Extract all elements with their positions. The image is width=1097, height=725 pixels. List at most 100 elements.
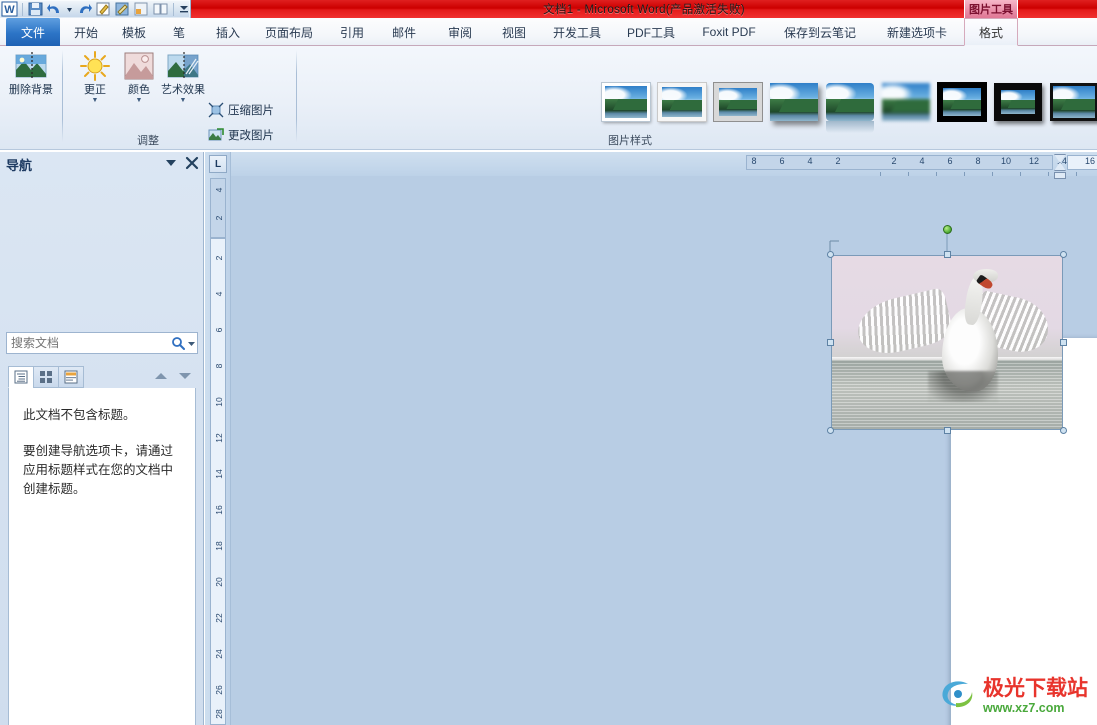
compress-pictures-label: 压缩图片	[228, 104, 274, 117]
book-view-icon[interactable]	[152, 1, 169, 17]
resize-handle-bottom-left[interactable]	[827, 427, 834, 434]
vruler-tick: 12	[214, 433, 224, 443]
customize-qat-icon[interactable]	[178, 1, 190, 17]
resize-handle-top-center[interactable]	[943, 251, 951, 258]
remove-background-button[interactable]: 删除背景	[2, 50, 60, 96]
color-label: 颜色	[128, 84, 150, 96]
picture-style-item-selected[interactable]	[938, 83, 986, 121]
tab-foxit-pdf[interactable]: Foxit PDF	[694, 18, 764, 46]
compress-pictures-button[interactable]: 压缩图片	[206, 98, 274, 121]
corrections-caret-icon[interactable]: ▼	[92, 97, 99, 104]
search-dropdown-icon[interactable]	[187, 339, 197, 348]
resize-handle-top-right[interactable]	[1060, 251, 1067, 258]
color-caret-icon[interactable]: ▼	[136, 97, 143, 104]
picture-style-item[interactable]	[770, 83, 818, 121]
tab-stop-selector[interactable]: L	[209, 155, 227, 173]
tab-view[interactable]: 视图	[492, 18, 536, 46]
tab-review[interactable]: 审阅	[438, 18, 482, 46]
remove-background-icon	[15, 50, 47, 82]
resize-handle-middle-left[interactable]	[827, 339, 834, 346]
vruler-tick: 20	[214, 577, 224, 587]
tab-save-to-cloud[interactable]: 保存到云笔记	[772, 18, 868, 46]
vertical-ruler-body: 2 4 6 8 10 12 14 16 18 20 22 24 26 28	[210, 238, 226, 725]
resize-handle-top-left[interactable]	[827, 251, 834, 258]
title-bar: W 文档1 - Microsoft Word(产品激活失败) 图片工具	[0, 0, 1097, 18]
anchor-icon	[829, 239, 841, 251]
hruler-tick: 10	[1000, 156, 1012, 166]
redo-icon[interactable]	[76, 1, 93, 17]
chevron-down-icon[interactable]	[164, 156, 178, 170]
vertical-ruler[interactable]: L 4 2 2 4 6 8 10 12 14 16 18 20 22 24 26…	[205, 152, 231, 725]
swan-reflection	[928, 370, 999, 402]
vruler-tick: 4	[214, 291, 224, 297]
tab-new-tab[interactable]: 新建选项卡	[878, 18, 956, 46]
navigation-pane: 导航 搜索文档 此文档不包含标题。 要创建导航选项卡，请通过应用标题样式在您的文…	[0, 152, 204, 725]
picture-style-item[interactable]	[826, 83, 874, 133]
left-indent-marker[interactable]	[1054, 172, 1066, 179]
vruler-tick: 28	[214, 709, 224, 719]
tab-file[interactable]: 文件	[6, 18, 60, 46]
artistic-effects-button[interactable]: 艺术效果 ▼	[154, 50, 212, 104]
quick-access-toolbar[interactable]: W	[0, 0, 191, 18]
search-icon[interactable]	[170, 336, 187, 350]
qat-separator	[22, 2, 23, 16]
corrections-sun-icon	[79, 50, 111, 82]
tab-insert[interactable]: 插入	[206, 18, 250, 46]
picture-style-item[interactable]	[882, 83, 930, 121]
picture-style-item[interactable]	[1050, 83, 1097, 121]
search-input[interactable]	[7, 333, 170, 353]
resize-handle-bottom-right[interactable]	[1060, 427, 1067, 434]
picture-style-item[interactable]	[602, 83, 650, 121]
color-picture-icon	[123, 50, 155, 82]
layout-icon[interactable]	[133, 1, 150, 17]
swan-picture-container[interactable]	[827, 225, 1067, 434]
hruler-tick: 8	[975, 156, 981, 166]
tab-format[interactable]: 格式	[964, 18, 1018, 46]
artistic-effects-caret-icon[interactable]: ▼	[180, 97, 187, 104]
tab-references[interactable]: 引用	[330, 18, 374, 46]
hruler-tick: 6	[947, 156, 953, 166]
arrow-down-icon[interactable]	[178, 368, 192, 386]
tab-template[interactable]: 模板	[112, 18, 156, 46]
hruler-tick: 8	[751, 156, 757, 166]
vruler-tick: 2	[214, 255, 224, 261]
nav-tab-pages[interactable]	[33, 366, 59, 388]
review-markup-icon[interactable]	[114, 1, 131, 17]
tab-page-layout[interactable]: 页面布局	[256, 18, 322, 46]
edit-document-icon[interactable]	[95, 1, 112, 17]
undo-dropdown-icon[interactable]	[65, 1, 74, 17]
arrow-up-icon[interactable]	[154, 368, 168, 386]
vruler-tick: 26	[214, 685, 224, 695]
tab-pen[interactable]: 笔	[162, 18, 196, 46]
vruler-tick: 10	[214, 397, 224, 407]
hruler-tick: 2	[835, 156, 841, 166]
tab-home[interactable]: 开始	[64, 18, 108, 46]
vruler-tick: 8	[214, 363, 224, 369]
nav-tab-results[interactable]	[58, 366, 84, 388]
hruler-tick: 4	[807, 156, 813, 166]
tab-developer[interactable]: 开发工具	[544, 18, 610, 46]
ribbon-tab-strip[interactable]: 文件 开始 模板 笔 插入 页面布局 引用 邮件 审阅 视图 开发工具 PDF工…	[0, 18, 1097, 46]
save-icon[interactable]	[27, 1, 44, 17]
picture-styles-group-label: 图片样式	[608, 135, 652, 147]
close-icon[interactable]	[185, 156, 199, 170]
tab-mailings[interactable]: 邮件	[382, 18, 426, 46]
resize-handle-middle-right[interactable]	[1060, 339, 1067, 346]
horizontal-ruler[interactable]: 8 6 4 2 2 4 6 8 10 12 14 16 18 20 22 24 …	[231, 152, 1097, 179]
swan-picture[interactable]	[831, 255, 1063, 430]
picture-style-item[interactable]	[994, 83, 1042, 121]
remove-background-label: 删除背景	[9, 84, 53, 96]
group-divider-1	[62, 50, 63, 142]
tab-pdf-tools[interactable]: PDF工具	[620, 18, 682, 46]
picture-style-item[interactable]	[714, 83, 762, 121]
navigation-pane-tabs[interactable]	[8, 366, 196, 388]
vruler-tick: 16	[214, 505, 224, 515]
undo-icon[interactable]	[46, 1, 63, 17]
svg-text:W: W	[4, 4, 15, 16]
nav-tab-headings[interactable]	[8, 366, 34, 388]
picture-style-item[interactable]	[658, 83, 706, 121]
vruler-tick: 24	[214, 649, 224, 659]
resize-handle-bottom-center[interactable]	[943, 427, 951, 434]
rotation-handle[interactable]	[942, 225, 952, 234]
search-document-box[interactable]	[6, 332, 198, 354]
